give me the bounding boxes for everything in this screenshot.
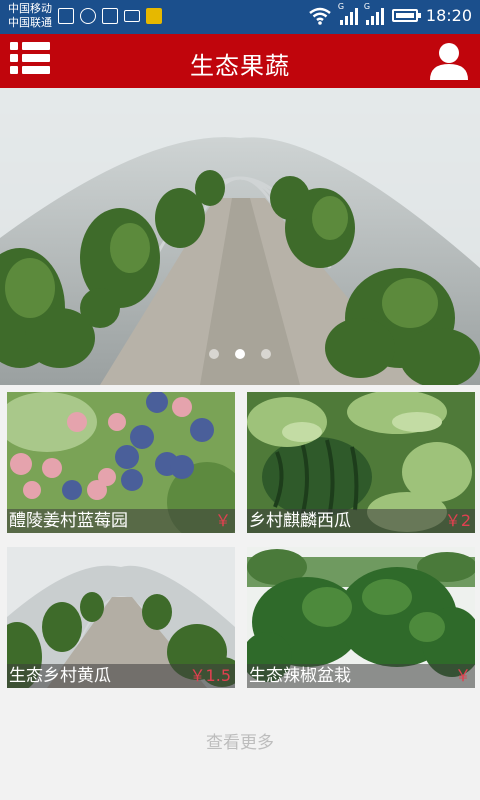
product-card[interactable]: 乡村麒麟西瓜 ￥2 <box>247 392 475 533</box>
signal-2: G <box>364 2 384 25</box>
product-price: ￥1.5 <box>189 666 231 685</box>
star-app-icon <box>146 8 162 24</box>
signal-1: G <box>338 2 358 25</box>
app-header: 生态果蔬 <box>0 34 480 88</box>
carrier-2: 中国联通 <box>8 16 52 29</box>
carousel-dot-active[interactable] <box>235 349 245 359</box>
carrier-info: 中国移动 中国联通 <box>8 2 52 30</box>
product-card[interactable]: 生态乡村黄瓜 ￥1.5 <box>7 547 235 688</box>
keyboard-icon <box>124 10 140 22</box>
product-price: ￥ <box>214 511 231 530</box>
shield-icon <box>80 8 96 24</box>
product-card[interactable]: 生态辣椒盆栽 ￥ <box>247 547 475 688</box>
sim-icon <box>58 8 74 24</box>
carousel-dot[interactable] <box>261 349 271 359</box>
carousel-dot[interactable] <box>209 349 219 359</box>
product-name: 乡村麒麟西瓜 <box>249 511 351 531</box>
user-button[interactable] <box>428 40 470 82</box>
wifi-icon <box>309 7 331 25</box>
load-more-button[interactable]: 查看更多 <box>0 728 480 753</box>
network-type-2: G <box>363 1 371 11</box>
image-icon <box>102 8 118 24</box>
carousel-indicators <box>0 349 480 359</box>
product-card[interactable]: 醴陵姜村蓝莓园 ￥ <box>7 392 235 533</box>
greenhouse-cucumber-photo <box>0 88 480 385</box>
system-indicators: G G 18:20 <box>308 2 472 25</box>
carrier-1: 中国移动 <box>8 2 52 15</box>
network-type-1: G <box>337 1 345 11</box>
product-name: 生态辣椒盆栽 <box>249 666 351 686</box>
notification-icons <box>58 8 162 24</box>
product-name: 生态乡村黄瓜 <box>9 666 111 686</box>
battery-icon <box>391 9 421 22</box>
product-price: ￥ <box>454 666 471 685</box>
page-title: 生态果蔬 <box>190 52 290 80</box>
banner-carousel[interactable] <box>0 88 480 385</box>
product-price: ￥2 <box>444 511 471 530</box>
user-icon <box>430 43 468 80</box>
product-name: 醴陵姜村蓝莓园 <box>9 511 128 531</box>
status-bar: 中国移动 中国联通 G G 18:20 <box>0 0 480 34</box>
status-time: 18:20 <box>425 6 472 25</box>
